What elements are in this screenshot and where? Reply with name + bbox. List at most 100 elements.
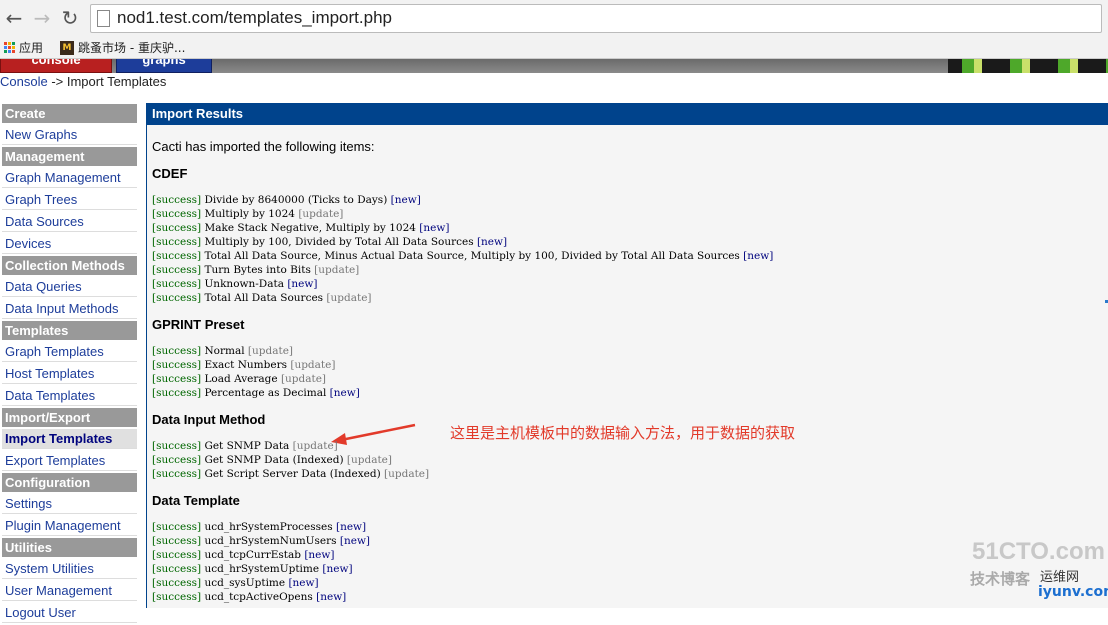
import-result-row: [success] Percentage as Decimal [new] [152,387,360,399]
status-label: [success] [152,194,202,206]
import-result-row: [success] Exact Numbers [update] [152,359,335,371]
import-result-row: [success] Total All Data Source, Minus A… [152,250,773,262]
status-label: [success] [152,208,202,220]
sidebar-section-header: Utilities [2,538,137,557]
browser-toolbar: ← → ↻ nod1.test.com/templates_import.php [0,0,1108,37]
result-badge: [update] [314,264,360,276]
import-result-row: [success] ucd_hrSystemNumUsers [new] [152,535,370,547]
bookmark-label: 应用 [19,41,44,55]
result-badge: [new] [419,222,450,234]
item-name: Exact Numbers [204,359,287,371]
sidebar-item-graph-templates[interactable]: Graph Templates [2,342,137,362]
item-name: ucd_hrSystemUptime [204,563,320,575]
section-heading: CDEF [152,166,188,181]
sidebar-item-system-utilities[interactable]: System Utilities [2,559,137,579]
result-badge: [new] [288,577,319,589]
result-badge: [update] [290,359,336,371]
sidebar-section-header: Import/Export [2,408,137,427]
item-name: ucd_sysUptime [204,577,286,589]
result-badge: [update] [298,208,344,220]
market-icon: M [60,40,74,55]
item-name: Total All Data Source, Minus Actual Data… [204,250,740,262]
breadcrumb-console-link[interactable]: Console [0,74,48,89]
item-name: Multiply by 100, Divided by Total All Da… [204,236,474,248]
breadcrumb: Console -> Import Templates [0,74,166,89]
watermark-text: iyunv.com [1038,584,1108,600]
item-name: ucd_tcpActiveOpens [204,591,313,603]
status-label: [success] [152,359,202,371]
sidebar-item-user-management[interactable]: User Management [2,581,137,601]
item-name: Unknown-Data [204,278,284,290]
status-label: [success] [152,521,202,533]
cacti-header: console graphs [0,59,1108,73]
import-results-panel: Import Results Cacti has imported the fo… [146,103,1108,608]
tab-console[interactable]: console [0,59,112,73]
address-bar[interactable]: nod1.test.com/templates_import.php [90,4,1102,33]
item-name: Divide by 8640000 (Ticks to Days) [204,194,388,206]
sidebar-item-devices[interactable]: Devices [2,234,137,254]
import-result-row: [success] Unknown-Data [new] [152,278,317,290]
import-result-row: [success] Make Stack Negative, Multiply … [152,222,449,234]
sidebar-section-header: Configuration [2,473,137,492]
sidebar-item-host-templates[interactable]: Host Templates [2,364,137,384]
result-badge: [update] [384,468,430,480]
item-name: Turn Bytes into Bits [204,264,311,276]
status-label: [success] [152,454,202,466]
import-result-row: [success] ucd_hrSystemProcesses [new] [152,521,366,533]
sidebar-item-data-input-methods[interactable]: Data Input Methods [2,299,137,319]
bookmarks-bar: 应用 M 跳蚤市场 - 重庆驴... [0,36,1108,59]
section-heading: Data Input Method [152,412,266,427]
sidebar-item-graph-trees[interactable]: Graph Trees [2,190,137,210]
import-result-row: [success] Get SNMP Data [update] [152,440,338,452]
import-result-row: [success] ucd_tcpCurrEstab [new] [152,549,335,561]
import-result-row: [success] Divide by 8640000 (Ticks to Da… [152,194,421,206]
back-icon[interactable]: ← [2,6,26,30]
item-name: Make Stack Negative, Multiply by 1024 [204,222,416,234]
watermark-text: 51CTO.com [972,538,1105,565]
bookmark-apps[interactable]: 应用 [4,39,43,56]
sidebar-item-graph-management[interactable]: Graph Management [2,168,137,188]
result-badge: [new] [476,236,508,248]
import-result-row: [success] Load Average [update] [152,373,326,385]
item-name: ucd_hrSystemProcesses [204,521,333,533]
import-result-row: [success] ucd_hrSystemUptime [new] [152,563,353,575]
import-result-row: [success] Multiply by 100, Divided by To… [152,236,507,248]
sidebar-item-plugin-management[interactable]: Plugin Management [2,516,137,536]
status-label: [success] [152,387,202,399]
section-heading: GPRINT Preset [152,317,245,332]
annotation-note: 这里是主机模板中的数据输入方法，用于数据的获取 [450,424,796,442]
annotation-arrow-icon [331,423,416,445]
status-label: [success] [152,591,202,603]
sidebar-item-data-queries[interactable]: Data Queries [2,277,137,297]
sidebar-item-logout-user[interactable]: Logout User [2,603,137,623]
sidebar-item-data-templates[interactable]: Data Templates [2,386,137,406]
import-result-row: [success] Total All Data Sources [update… [152,292,372,304]
import-result-row: [success] Get Script Server Data (Indexe… [152,468,429,480]
watermark-text: 运维网 [1040,570,1080,585]
sidebar-item-import-templates[interactable]: Import Templates [2,429,137,449]
result-badge: [update] [247,345,293,357]
import-result-row: [success] ucd_tcpActiveOpens [new] [152,591,346,603]
item-name: Percentage as Decimal [204,387,327,399]
sidebar-item-data-sources[interactable]: Data Sources [2,212,137,232]
result-badge: [new] [329,387,360,399]
sidebar-item-new-graphs[interactable]: New Graphs [2,125,137,145]
status-label: [success] [152,250,202,262]
sidebar-section-header: Templates [2,321,137,340]
tab-graphs[interactable]: graphs [116,59,212,73]
sidebar-item-settings[interactable]: Settings [2,494,137,514]
import-result-row: [success] Normal [update] [152,345,293,357]
import-result-row: [success] Multiply by 1024 [update] [152,208,343,220]
apps-grid-icon [4,42,15,53]
reload-icon[interactable]: ↻ [58,6,82,30]
forward-icon[interactable]: → [30,6,54,30]
status-label: [success] [152,440,202,452]
status-label: [success] [152,264,202,276]
status-label: [success] [152,278,202,290]
section-heading: Data Template [152,493,240,508]
item-name: Get Script Server Data (Indexed) [204,468,381,480]
sidebar-item-export-templates[interactable]: Export Templates [2,451,137,471]
result-badge: [new] [322,563,353,575]
bookmark-market[interactable]: M 跳蚤市场 - 重庆驴... [60,39,185,56]
result-badge: [new] [390,194,421,206]
